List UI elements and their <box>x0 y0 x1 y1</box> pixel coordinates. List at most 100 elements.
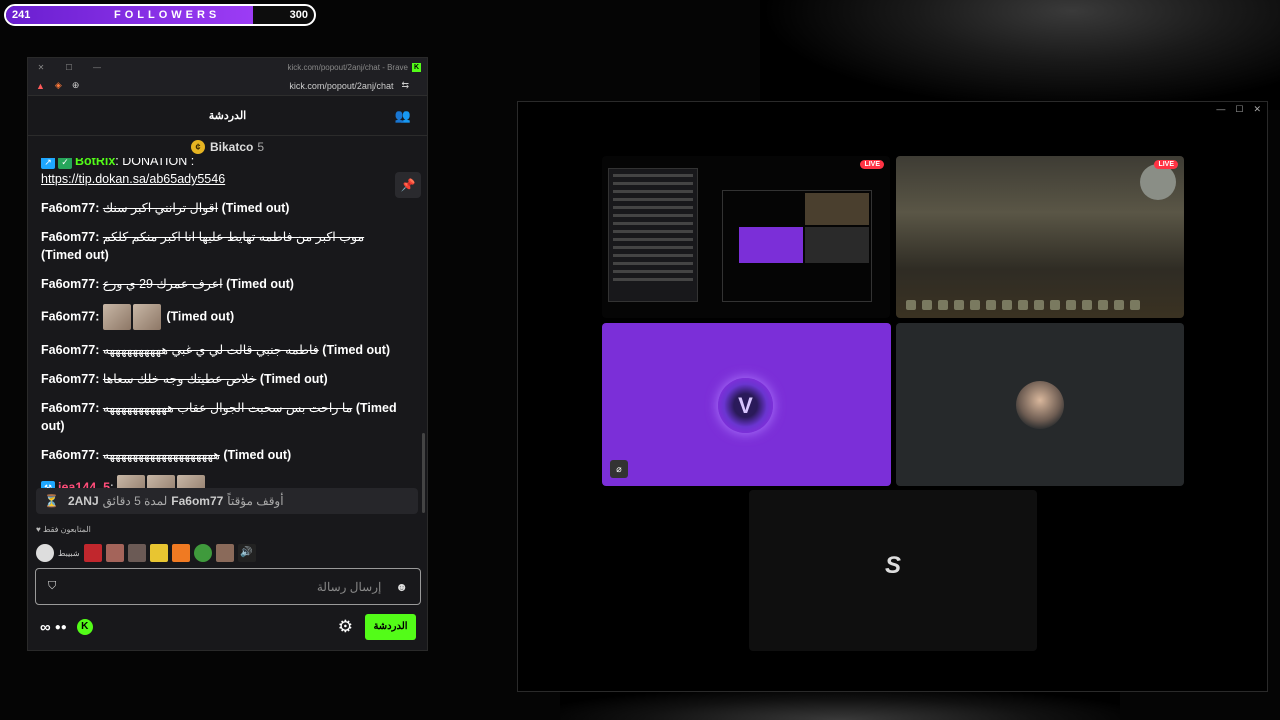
emote-button[interactable] <box>83 544 102 562</box>
emoji-icon[interactable]: ☻ <box>395 580 408 594</box>
chat-message: Fa6om77: اقوال ترانني اكبر سنك (Timed ou… <box>41 199 406 217</box>
mini-grid-preview <box>722 190 872 302</box>
follower-current: 241 <box>12 9 31 21</box>
users-icon[interactable]: 👥 <box>395 108 411 124</box>
minimize-icon[interactable]: — <box>90 63 104 72</box>
screen-share-tile[interactable]: LIVE <box>602 156 890 318</box>
chat-footer: ∞ ●● K ⚙ الدردشة <box>28 613 427 641</box>
bot-badge-icon: ↗ <box>41 158 55 169</box>
deleted-text: اعرف عمرك 29 ي ورع <box>102 277 223 291</box>
chat-username[interactable]: Fa6om77: <box>41 401 99 415</box>
emote-button[interactable] <box>171 544 190 562</box>
timeout-action: أوقف مؤقتاً <box>227 494 284 508</box>
desktop: 241 FOLLOWERS 300 ✕ ☐ — kick.com/popout/… <box>0 0 1280 720</box>
gear-icon[interactable]: ⚙ <box>338 617 353 637</box>
emote-button[interactable] <box>149 544 168 562</box>
chat-popout-window: ✕ ☐ — kick.com/popout/2anj/chat - Brave … <box>27 57 428 651</box>
timeout-user[interactable]: Fa6om77 <box>171 494 223 508</box>
emote-button[interactable] <box>215 544 234 562</box>
participant-tile-camera[interactable] <box>896 323 1184 486</box>
participant-tile-avatar[interactable]: V ⌀ <box>602 323 891 486</box>
stream-preview-window: — ☐ ✕ LIVE LIVE V ⌀ S <box>517 101 1268 692</box>
top-gifter: ¢ Bikatco 5 <box>28 136 427 158</box>
participant-avatar <box>1016 381 1064 429</box>
game-stream-tile[interactable]: LIVE <box>896 156 1184 318</box>
pinned-user[interactable]: Bikatco <box>210 140 253 154</box>
emote-button[interactable] <box>127 544 146 562</box>
hourglass-icon: ⏳ <box>44 494 59 508</box>
timeout-status: (Timed out) <box>166 309 235 324</box>
chat-send-button[interactable]: الدردشة <box>365 614 416 640</box>
timeout-duration: لمدة 5 دقائق <box>102 494 168 508</box>
maximize-icon[interactable]: ☐ <box>1235 104 1243 115</box>
timeout-status: (Timed out) <box>221 201 290 215</box>
followers-only-text: المتابعون فقط <box>42 525 91 534</box>
coin-icon: ¢ <box>190 140 205 154</box>
sound-icon[interactable]: 🔊 <box>237 544 256 562</box>
background-image-bottom <box>560 690 1120 720</box>
emote-button[interactable] <box>105 544 124 562</box>
participant-avatar: V <box>718 378 773 433</box>
chat-message: Fa6om77: هههههههههههههههههههه (Timed out… <box>41 446 406 464</box>
background-image <box>760 0 1280 110</box>
pin-icon[interactable]: 📌 <box>395 172 421 198</box>
emote-button[interactable] <box>36 544 54 562</box>
site-settings-icon[interactable]: ⇆ <box>401 80 409 91</box>
emote-text[interactable]: شبيبط <box>58 549 80 558</box>
chat-input[interactable]: ⛉ إرسال رسالة ☻ <box>35 568 421 605</box>
minimize-icon[interactable]: — <box>1216 104 1225 115</box>
chat-input-placeholder[interactable]: إرسال رسالة <box>317 580 382 594</box>
dots-icon[interactable]: ●● <box>55 622 67 633</box>
emote-button[interactable] <box>193 544 212 562</box>
emote <box>132 304 161 330</box>
moderator-badge-icon: ⚒ <box>41 481 55 488</box>
address-url[interactable]: kick.com/popout/2anj/chat <box>289 81 393 91</box>
chat-username[interactable]: Fa6om77: <box>41 372 99 386</box>
window-title: kick.com/popout/2anj/chat - Brave <box>287 62 408 72</box>
chat-username[interactable]: Fa6om77: <box>41 201 99 215</box>
chat-username[interactable]: Fa6om77: <box>41 448 99 462</box>
chat-messages: ↗ ✓ BotRix: DONATION : https://tip.dokan.s… <box>28 158 418 488</box>
chat-message: Fa6om77: (Timed out) <box>41 304 406 330</box>
infinity-icon[interactable]: ∞ <box>40 619 51 636</box>
emote <box>102 304 131 330</box>
timeout-status: (Timed out) <box>223 448 292 462</box>
mini-chat-preview <box>608 168 698 302</box>
emote <box>117 475 146 488</box>
timeout-status: (Timed out) <box>322 343 391 357</box>
channel-logo-icon: S <box>884 552 901 579</box>
donation-link[interactable]: https://tip.dokan.sa/ab65ady5546 <box>41 172 225 186</box>
chat-username[interactable]: Fa6om77: <box>41 343 99 357</box>
chat-title: الدردشة <box>208 110 247 122</box>
chat-username[interactable]: Fa6om77: <box>41 277 99 291</box>
chat-message: Fa6om77: ما راحت بس سحبت الجوال عقاب ههه… <box>41 399 406 435</box>
chat-header: الدردشة 👥 <box>28 96 427 136</box>
timeout-moderator[interactable]: 2ANJ <box>68 494 99 508</box>
chat-username[interactable]: BotRix <box>75 158 115 168</box>
game-minimap <box>1140 164 1176 200</box>
quick-emotes: شبيبط 🔊 <box>36 541 256 565</box>
chat-username[interactable]: jea144_5 <box>58 480 110 488</box>
chat-scrollbar[interactable] <box>422 433 425 513</box>
kick-app-icon: K <box>412 62 421 72</box>
participant-tile-logo[interactable]: S <box>749 490 1037 651</box>
address-bar: ▲ ◈ ⊕ kick.com/popout/2anj/chat ⇆ <box>28 76 427 96</box>
chat-username[interactable]: Fa6om77: <box>41 230 99 244</box>
zoom-icon[interactable]: ⊕ <box>72 80 80 91</box>
shield-icon[interactable]: ⛉ <box>48 580 56 593</box>
maximize-icon[interactable]: ☐ <box>62 63 76 72</box>
window-controls: — ☐ ✕ <box>1216 104 1261 115</box>
chat-username[interactable]: Fa6om77: <box>41 309 99 323</box>
timeout-status: (Timed out) <box>259 372 328 386</box>
close-icon[interactable]: ✕ <box>34 63 48 72</box>
emote <box>147 475 176 488</box>
kick-logo-icon[interactable]: K <box>76 619 93 635</box>
chat-message: Fa6om77: موب اكبر من فاطمه تهايط عليها ا… <box>41 228 406 264</box>
chat-message: Fa6om77: فاطمه جنبي قالت لي ي غبي هههههه… <box>41 341 406 359</box>
warning-icon[interactable]: ▲ <box>36 81 45 91</box>
follower-goal-bar: 241 FOLLOWERS 300 <box>4 4 316 26</box>
brave-shield-icon[interactable]: ◈ <box>55 80 62 91</box>
follower-target: 300 <box>289 9 308 21</box>
close-icon[interactable]: ✕ <box>1253 104 1261 115</box>
emote <box>177 475 206 488</box>
